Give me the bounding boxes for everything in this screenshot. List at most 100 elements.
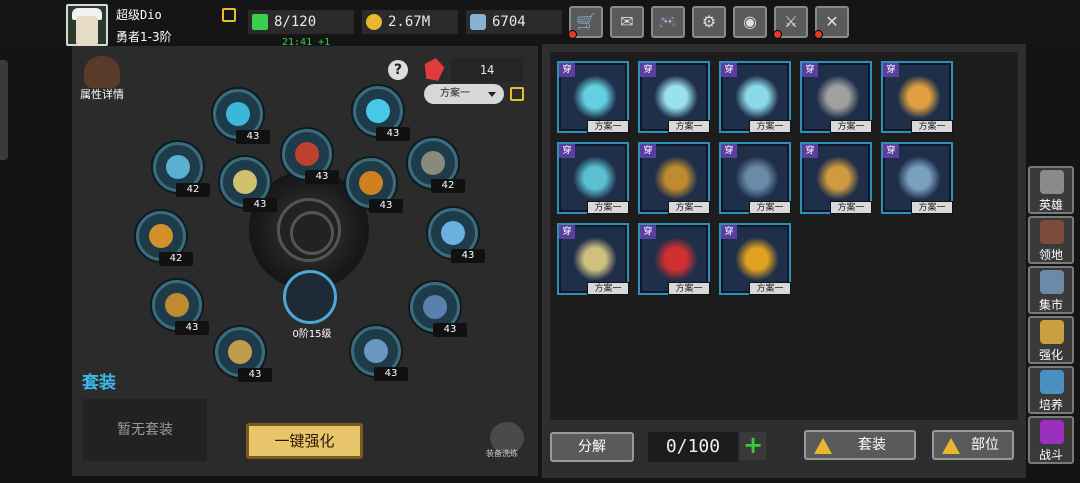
mail-button[interactable]: ✉ [610,6,644,38]
gear-button[interactable]: ⚙ [692,6,726,38]
inventory-item[interactable]: 穿方案一 [881,61,953,133]
side-nav-forge[interactable]: 强化 [1028,316,1074,364]
gold-value: 2.67M [388,14,431,30]
inventory-item[interactable]: 穿方案一 [638,61,710,133]
plan-tag: 方案一 [749,282,791,295]
inventory-item[interactable]: 穿方案一 [638,142,710,214]
equipment-slot[interactable]: 43 [213,89,270,144]
player-avatar[interactable] [66,4,108,46]
gold-counter: 2.67M [362,10,458,34]
side-nav-portal[interactable]: 战斗 [1028,416,1074,464]
equipment-level: 43 [243,198,277,212]
energy-value: 8/120 [274,14,317,30]
wings-level-label: 0阶15级 [292,329,332,340]
equipped-tag: 穿 [640,225,656,239]
color-wheel-icon: ◉ [743,12,757,31]
equipped-tag: 穿 [802,144,818,158]
equipment-level: 43 [175,321,209,335]
edge-handle[interactable] [0,60,8,160]
crossed-swords-button[interactable]: ✕ [814,6,849,39]
sort-by-set-button[interactable]: 套装 [804,430,916,460]
plan-tag: 方案一 [587,282,629,295]
equipment-slot[interactable]: 43 [410,282,467,337]
armor-icon [735,156,779,200]
equipment-slot[interactable]: 43 [282,129,339,184]
side-nav-label: 战斗 [1038,448,1063,462]
equipment-slot[interactable]: 43 [220,157,277,212]
equipment-level: 43 [433,323,467,337]
inventory-item[interactable]: 穿方案一 [881,142,953,214]
equipped-tag: 穿 [559,144,575,158]
plan-tag: 方案一 [911,201,953,214]
gamepad-button[interactable]: 🎮 [651,6,685,38]
inventory-item[interactable]: 穿方案一 [800,61,872,133]
equipped-tag: 穿 [559,225,575,239]
inventory-item[interactable]: 穿方案一 [719,142,791,214]
sort-by-part-button[interactable]: 部位 [932,430,1014,460]
greatsword-icon [735,75,779,119]
side-nav-market[interactable]: 集市 [1028,266,1074,314]
plan-tag: 方案一 [830,201,872,214]
side-nav-helmet[interactable]: 英雄 [1028,166,1074,214]
color-wheel-button[interactable]: ◉ [733,6,767,38]
edit-plan-icon[interactable] [510,87,524,101]
equipment-slot[interactable]: 43 [428,208,485,263]
one-key-enhance-button[interactable]: 一键强化 [246,423,363,459]
inventory-item[interactable]: 穿方案一 [557,223,629,295]
plan-tag: 方案一 [830,120,872,133]
equipment-level: 43 [305,170,339,184]
inventory-item[interactable]: 穿方案一 [719,61,791,133]
wings-slot[interactable]: 0阶15级 [283,270,337,340]
help-icon[interactable]: ? [388,60,408,80]
equipped-tag: 穿 [721,225,737,239]
mail-icon: ✉ [620,12,634,31]
warning-triangle-icon [814,438,832,454]
equipment-level: 43 [369,199,403,213]
equipped-tag: 穿 [640,63,656,77]
side-nav-label: 培养 [1038,398,1063,412]
alert-badge [814,30,823,39]
equipment-slot[interactable]: 43 [346,158,403,213]
equipment-slot[interactable]: 43 [215,327,272,382]
side-nav-label: 英雄 [1038,198,1063,212]
refine-equipment-label[interactable]: 装备洗练 [486,448,518,459]
equipment-slot[interactable]: 43 [351,326,408,381]
equipment-slot[interactable]: 42 [153,142,210,197]
inventory-item[interactable]: 穿方案一 [719,223,791,295]
ruby-count: 14 [451,58,523,82]
equipment-level: 42 [176,183,210,197]
inventory-item[interactable]: 穿方案一 [557,61,629,133]
inventory-item[interactable]: 穿方案一 [638,223,710,295]
equipment-icon [423,295,447,319]
attribute-details-label[interactable]: 属性详情 [80,86,124,102]
dismantle-button[interactable]: 分解 [550,432,634,462]
edit-name-icon[interactable] [222,8,236,22]
set-title: 套装 [82,373,116,393]
plan-dropdown[interactable]: 方案一 [424,84,504,104]
shop-cart-button[interactable]: 🛒 [568,6,603,39]
alert-badge [773,30,782,39]
plan-tag: 方案一 [587,120,629,133]
equipment-slot[interactable]: 42 [408,138,465,193]
equipment-slot[interactable]: 43 [152,280,209,335]
equipment-slot[interactable]: 42 [136,211,193,266]
expand-inventory-button[interactable]: + [740,432,766,460]
attribute-details-icon[interactable] [84,56,120,88]
equipment-icon [165,293,189,317]
avatar-face [76,16,98,46]
inventory-item[interactable]: 穿方案一 [557,142,629,214]
claw-button[interactable]: ⚔ [773,6,808,39]
amulet-icon [735,237,779,281]
warning-triangle-icon [942,438,960,454]
side-nav-castle[interactable]: 领地 [1028,216,1074,264]
equipment-slot[interactable]: 43 [353,86,410,141]
inventory-item[interactable]: 穿方案一 [800,142,872,214]
player-rank: 勇者1-3阶 [116,30,172,44]
side-nav-label: 集市 [1038,298,1063,312]
equipment-level: 43 [376,127,410,141]
boots-icon [897,156,941,200]
plan-tag: 方案一 [911,120,953,133]
side-nav-potion[interactable]: 培养 [1028,366,1074,414]
inventory-count: 0/100 [648,432,738,462]
player-name: 超级Dio [116,8,162,22]
